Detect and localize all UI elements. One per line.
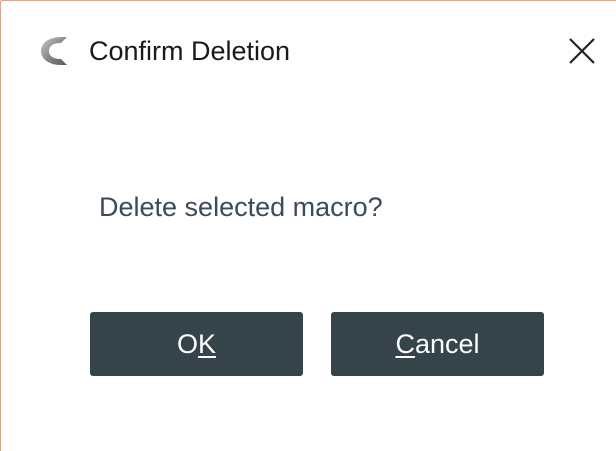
cancel-button-label: Cancel (395, 328, 480, 359)
ok-button-label: OK (176, 328, 217, 359)
close-icon (557, 38, 607, 81)
confirm-deletion-dialog: Confirm Deletion Delete selected macro? … (0, 0, 616, 451)
confirmation-message: Delete selected macro? (99, 192, 383, 222)
ok-mnemonic: K (198, 328, 217, 359)
app-logo-icon (35, 33, 71, 69)
ok-button[interactable]: OK (90, 312, 303, 376)
cancel-button[interactable]: Cancel (331, 312, 544, 376)
dialog-title: Confirm Deletion (89, 36, 291, 66)
close-button[interactable] (557, 27, 607, 77)
title-bar: Confirm Deletion (1, 1, 616, 101)
cancel-mnemonic: C (395, 328, 415, 359)
